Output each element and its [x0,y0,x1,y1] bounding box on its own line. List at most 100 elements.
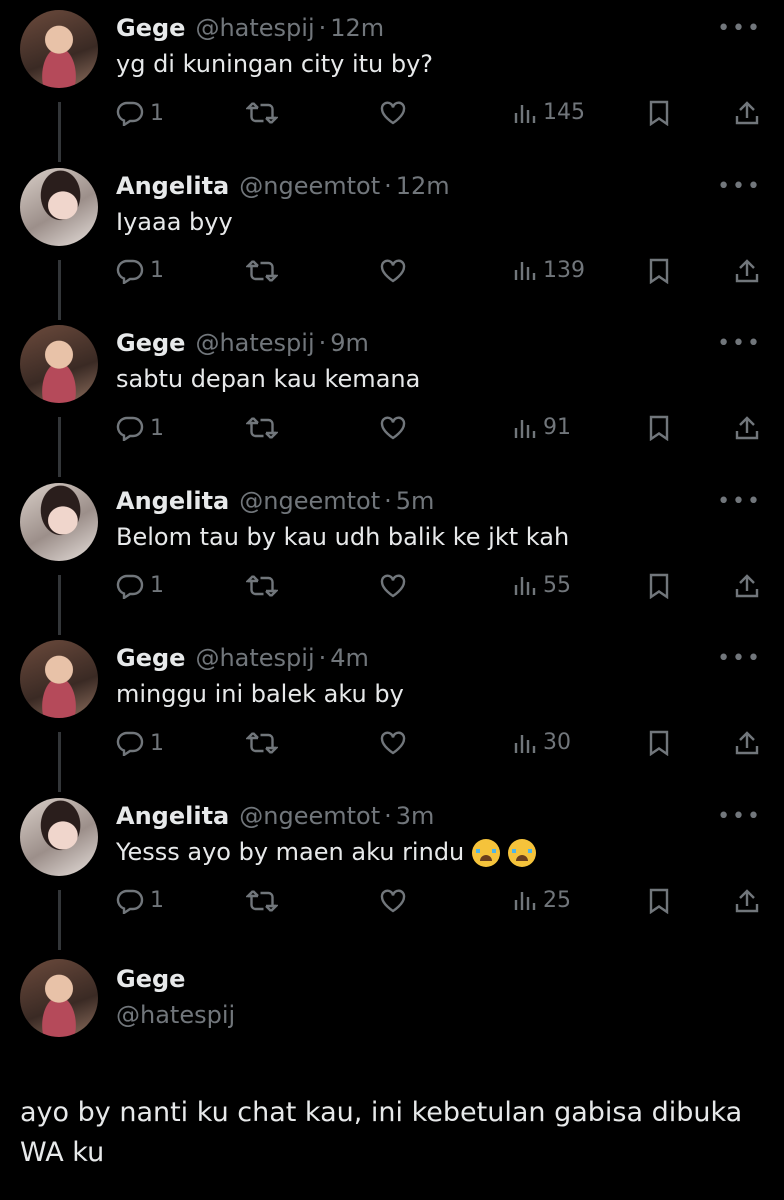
bookmark-button[interactable] [648,415,670,441]
reply-tweet[interactable]: Gege @hatespij · 4m ••• minggu ini balek… [0,636,784,794]
bookmark-icon [648,415,670,441]
bookmark-button[interactable] [648,100,670,126]
share-button[interactable] [734,730,760,756]
like-button[interactable] [379,415,407,441]
more-options-icon[interactable]: ••• [717,646,762,671]
retweet-button[interactable] [246,888,278,914]
bookmark-icon [648,100,670,126]
like-button[interactable] [379,100,407,126]
share-button[interactable] [734,888,760,914]
avatar[interactable] [20,167,98,246]
views-button[interactable]: 91 [513,415,571,440]
heart-icon [379,415,407,441]
author-name[interactable]: Gege [116,14,185,42]
like-button[interactable] [379,888,407,914]
timestamp[interactable]: 9m [330,329,369,357]
thread-connector [58,889,61,950]
author-handle[interactable]: @ngeemtot [239,487,380,515]
reply-button[interactable]: 1 [116,573,164,599]
view-count: 25 [543,887,571,913]
reply-tweet[interactable]: Gege @hatespij · 9m ••• sabtu depan kau … [0,321,784,479]
retweet-button[interactable] [246,100,278,126]
timestamp[interactable]: 12m [396,172,450,200]
reply-icon [116,258,144,284]
avatar[interactable] [20,10,98,88]
more-options-icon[interactable]: ••• [717,331,762,356]
avatar[interactable] [20,640,98,718]
author-name[interactable]: Angelita [116,172,229,200]
more-options-icon[interactable]: ••• [717,16,762,41]
reply-button[interactable]: 1 [116,258,164,284]
author-name[interactable]: Angelita [116,802,229,830]
retweet-icon [246,415,278,441]
more-options-icon[interactable]: ••• [717,489,762,514]
share-button[interactable] [734,258,760,284]
author-name[interactable]: Gege [116,644,185,672]
views-button[interactable]: 139 [513,258,585,283]
like-button[interactable] [379,258,407,284]
reply-tweet[interactable]: Angelita @ngeemtot · 5m ••• Belom tau by… [0,479,784,637]
reply-tweet[interactable]: Gege @hatespij · 12m ••• yg di kuningan … [0,6,784,164]
views-button[interactable]: 145 [513,100,585,125]
views-button[interactable]: 30 [513,730,571,755]
thread-connector [58,574,61,635]
timestamp[interactable]: 5m [396,487,435,515]
avatar[interactable] [20,797,98,876]
share-button[interactable] [734,100,760,126]
tweet-text: Yesss ayo by maen aku rindu [116,837,465,866]
author-name[interactable]: Gege [116,329,185,357]
timestamp[interactable]: 3m [396,802,435,830]
author-handle[interactable]: @hatespij [116,1001,235,1029]
focused-tweet: Gege @hatespij ayo by nanti ku chat kau,… [0,955,784,1200]
avatar[interactable] [20,325,98,403]
reply-icon [116,100,144,126]
reply-tweet[interactable]: Angelita @ngeemtot · 12m ••• Iyaaa byy 1… [0,164,784,322]
action-bar: 1 139 [116,258,766,296]
author-handle[interactable]: @hatespij [195,329,314,357]
bookmark-button[interactable] [648,888,670,914]
author-name[interactable]: Angelita [116,487,229,515]
bookmark-icon [648,258,670,284]
like-button[interactable] [379,573,407,599]
timestamp[interactable]: 12m [330,14,384,42]
avatar[interactable] [20,959,98,1037]
retweet-icon [246,100,278,126]
share-icon [734,888,760,914]
more-options-icon[interactable]: ••• [717,804,762,829]
reply-count: 1 [150,258,164,283]
author-handle[interactable]: @ngeemtot [239,802,380,830]
bookmark-button[interactable] [648,730,670,756]
action-bar: 1 55 [116,573,766,611]
like-button[interactable] [379,730,407,756]
view-count: 145 [543,100,585,125]
retweet-button[interactable] [246,730,278,756]
retweet-button[interactable] [246,415,278,441]
share-button[interactable] [734,415,760,441]
avatar[interactable] [20,482,98,561]
retweet-button[interactable] [246,258,278,284]
more-options-icon[interactable]: ••• [717,174,762,199]
bookmark-icon [648,888,670,914]
tweet-header: Gege @hatespij · 4m [116,644,369,678]
author-handle[interactable]: @hatespij [195,14,314,42]
author-handle[interactable]: @hatespij [195,644,314,672]
share-button[interactable] [734,573,760,599]
bookmark-button[interactable] [648,258,670,284]
author-name[interactable]: Gege [116,965,185,993]
tweet-text: minggu ini balek aku by [116,680,404,708]
views-button[interactable]: 55 [513,573,571,598]
retweet-icon [246,730,278,756]
views-button[interactable]: 25 [513,888,571,913]
author-handle[interactable]: @ngeemtot [239,172,380,200]
reply-button[interactable]: 1 [116,100,164,126]
bookmark-icon [648,730,670,756]
retweet-button[interactable] [246,573,278,599]
reply-button[interactable]: 1 [116,415,164,441]
action-bar: 1 91 [116,415,766,453]
action-bar: 1 145 [116,100,766,138]
timestamp[interactable]: 4m [330,644,369,672]
reply-button[interactable]: 1 [116,888,164,914]
reply-tweet[interactable]: Angelita @ngeemtot · 3m ••• Yesss ayo by… [0,794,784,952]
reply-button[interactable]: 1 [116,730,164,756]
bookmark-button[interactable] [648,573,670,599]
